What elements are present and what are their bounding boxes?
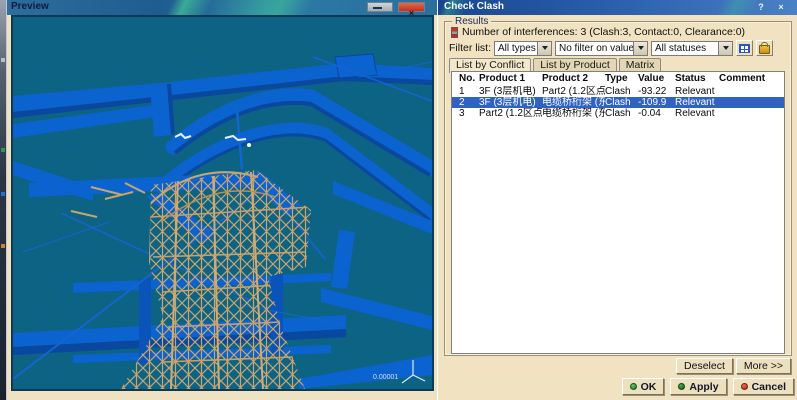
interference-summary-row: Number of interferences: 3 (Clash:3, Con…: [451, 26, 745, 38]
cell-no: 1: [459, 86, 479, 97]
scale-label: 0.00001: [373, 374, 398, 381]
results-group: Results Number of interferences: 3 (Clas…: [444, 21, 792, 356]
cancel-icon: [741, 383, 748, 390]
preview-title: Preview: [11, 1, 49, 12]
cell-type: Clash: [605, 86, 638, 97]
filter-status-select[interactable]: All statuses: [651, 41, 733, 56]
cell-product1: 3F (3层机电): [479, 97, 542, 108]
cancel-button[interactable]: Cancel: [733, 378, 794, 395]
tab-list-by-product[interactable]: List by Product: [533, 58, 616, 72]
table-row-selected[interactable]: 2 3F (3层机电) 电缆桥桁架 (东... Clash -109.9 Rel…: [452, 97, 784, 108]
help-button[interactable]: ?: [755, 1, 767, 13]
table-icon: [739, 44, 750, 53]
filter-value-value: No filter on value: [559, 43, 633, 54]
dialog-titlebar[interactable]: Check Clash ? ×: [438, 0, 797, 15]
minimize-button[interactable]: [367, 2, 393, 12]
ok-icon: [630, 383, 637, 390]
application-window: Preview ×: [0, 0, 797, 400]
cell-status: Relevant: [675, 86, 719, 97]
minimize-icon: [373, 7, 382, 9]
preview-3d-viewport[interactable]: 0.00001: [11, 15, 434, 391]
cell-product2: 电缆桥桁架 (东...: [542, 97, 605, 108]
apply-label: Apply: [689, 381, 718, 393]
cancel-label: Cancel: [752, 381, 786, 393]
cell-product1: Part2 (1.2区点...: [479, 108, 542, 119]
toolbar-chip: [1, 148, 5, 152]
cell-product1: 3F (3层机电): [479, 86, 542, 97]
cell-type: Clash: [605, 97, 638, 108]
toolbar-chip: [1, 58, 5, 62]
cell-no: 3: [459, 108, 479, 119]
col-header-value[interactable]: Value: [638, 72, 675, 86]
more-button[interactable]: More >>: [736, 358, 791, 374]
ok-label: OK: [641, 381, 657, 393]
cell-type: Clash: [605, 108, 638, 119]
lock-filter-button[interactable]: [756, 40, 773, 56]
col-header-no[interactable]: No.: [459, 72, 479, 86]
table-row[interactable]: 3 Part2 (1.2区点... 电缆桥桁架 (东... Clash -0.0…: [452, 108, 784, 119]
cell-product2: 电缆桥桁架 (东...: [542, 108, 605, 119]
filter-list-label: Filter list:: [449, 42, 491, 54]
interference-icon: [451, 27, 458, 38]
filter-type-select[interactable]: All types: [494, 41, 552, 56]
cell-value: -93.22: [638, 86, 675, 97]
col-header-type[interactable]: Type: [605, 72, 638, 86]
cell-value: -109.9: [638, 97, 675, 108]
apply-button[interactable]: Apply: [670, 378, 726, 395]
deselect-button[interactable]: Deselect: [676, 358, 733, 374]
export-list-button[interactable]: [736, 40, 753, 56]
toolbar-chip: [1, 192, 5, 196]
dialog-footer: OK Apply Cancel: [622, 378, 794, 395]
chevron-down-icon: [718, 42, 732, 55]
lock-icon: [759, 45, 770, 54]
cell-status: Relevant: [675, 97, 719, 108]
col-header-product2[interactable]: Product 2: [542, 72, 605, 86]
selection-button-row: Deselect More >>: [676, 358, 791, 374]
filter-value-select[interactable]: No filter on value: [555, 41, 648, 56]
col-header-status[interactable]: Status: [675, 72, 719, 86]
interference-summary: Number of interferences: 3 (Clash:3, Con…: [462, 26, 745, 38]
tab-matrix[interactable]: Matrix: [619, 58, 662, 72]
col-header-comment[interactable]: Comment: [719, 72, 784, 86]
cell-status: Relevant: [675, 108, 719, 119]
ok-button[interactable]: OK: [622, 378, 665, 395]
filter-status-value: All statuses: [655, 43, 718, 54]
apply-icon: [678, 383, 685, 390]
preview-window: Preview ×: [6, 0, 438, 400]
chevron-down-icon: [633, 42, 647, 55]
close-button[interactable]: ×: [398, 2, 425, 12]
dialog-title: Check Clash: [444, 1, 504, 12]
table-header-row: No. Product 1 Product 2 Type Value Statu…: [452, 72, 784, 86]
filter-type-value: All types: [498, 43, 537, 54]
toolbar-chip: [1, 244, 5, 248]
check-clash-dialog: Check Clash ? × Results Number of interf…: [437, 0, 797, 400]
dialog-body: Results Number of interferences: 3 (Clas…: [438, 15, 797, 400]
cell-value: -0.04: [638, 108, 675, 119]
dialog-close-button[interactable]: ×: [775, 1, 787, 13]
col-header-product1[interactable]: Product 1: [479, 72, 542, 86]
filter-row: Filter list: All types No filter on valu…: [449, 40, 773, 56]
table-row[interactable]: 1 3F (3层机电) Part2 (1.2区点... Clash -93.22…: [452, 86, 784, 97]
chevron-down-icon: [537, 42, 551, 55]
conflict-table: No. Product 1 Product 2 Type Value Statu…: [451, 71, 785, 354]
preview-3d-scene: 0.00001: [13, 17, 432, 389]
preview-titlebar[interactable]: Preview ×: [7, 0, 438, 15]
cell-product2: Part2 (1.2区点...: [542, 86, 605, 97]
cell-no: 2: [459, 97, 479, 108]
